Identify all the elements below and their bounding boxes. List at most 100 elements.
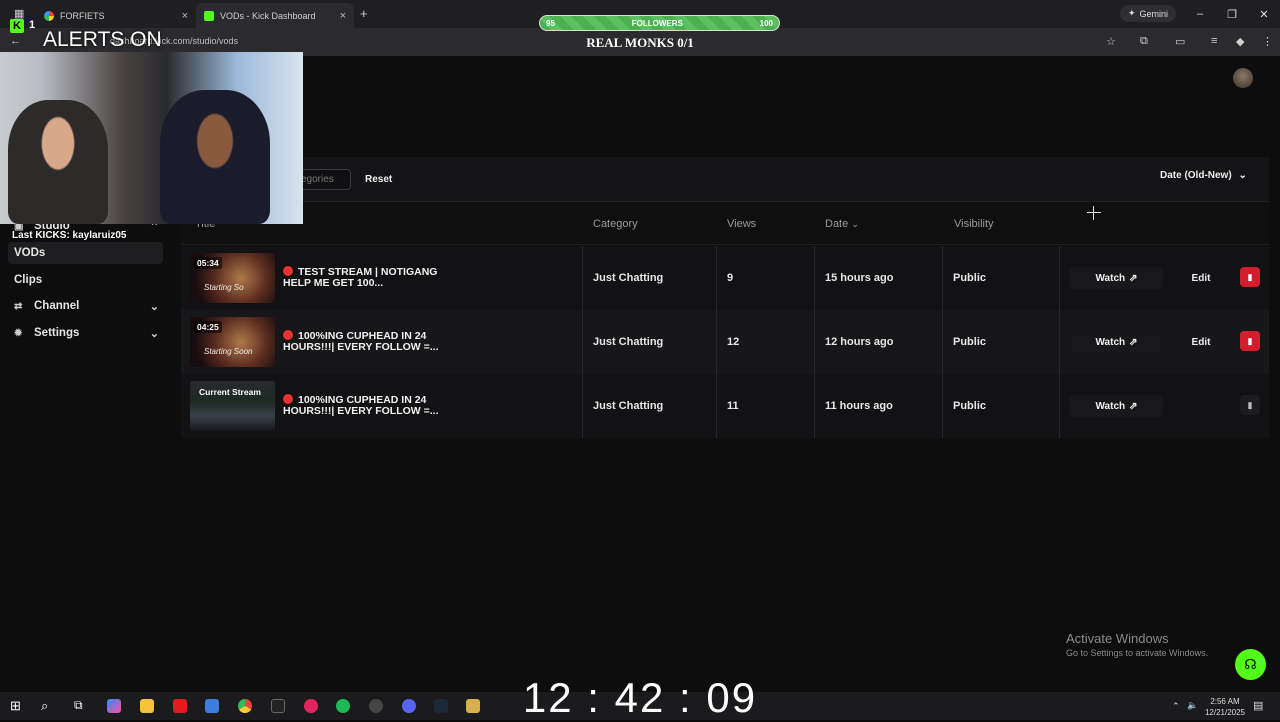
user-avatar[interactable] [1233,68,1253,88]
close-window-button[interactable]: ✕ [1248,8,1280,21]
views-cell: 11 [727,400,739,412]
vod-title-line2: HOURS!!!| EVERY FOLLOW =... [283,341,439,353]
webcam-overlay [0,52,303,224]
views-cell: 12 [727,336,740,348]
tab-label: FORFIETS [60,10,105,21]
delete-button[interactable]: ▮ [1240,331,1260,351]
header-views[interactable]: Views [727,218,756,230]
current-stream-badge: Current Stream [199,387,261,397]
column-divider [814,374,815,438]
new-tab-button[interactable]: + [360,6,368,21]
column-divider [582,310,583,374]
delete-button[interactable]: ▮ [1240,267,1260,287]
channel-icon: ⇄ [14,300,23,312]
column-divider [716,374,717,438]
minimize-button[interactable]: – [1184,8,1216,20]
watch-label: Watch [1095,336,1126,348]
category-cell: Just Chatting [593,336,664,348]
sidebar-item-label: VODs [14,247,46,259]
vod-thumbnail[interactable]: Current Stream [190,381,275,431]
close-tab-icon[interactable]: × [182,10,188,22]
sidebar-item-vods[interactable]: VODs [8,242,163,264]
thumbnail-caption: Starting So [204,283,244,292]
close-tab-icon[interactable]: × [340,10,346,22]
notification-icon[interactable]: ▤ [1253,699,1263,712]
header-date-label: Date [825,218,849,230]
watch-button[interactable]: Watch ⇗ [1070,395,1163,417]
stream-clock: 12 : 42 : 09 [522,674,758,721]
sidebar-item-channel[interactable]: ⇄ Channel ⌄ [8,295,163,317]
vod-thumbnail[interactable]: 04:25 Starting Soon [190,317,275,367]
tab-forfiets[interactable]: FORFIETS × [36,3,196,28]
tab-label: VODs - Kick Dashboard [220,10,316,21]
vod-title[interactable]: 100%ING CUPHEAD IN 24 HOURS!!!| EVERY FO… [283,330,453,353]
sidebar-item-clips[interactable]: Clips [8,269,163,291]
header-visibility: Visibility [954,218,994,230]
vod-title[interactable]: 100%ING CUPHEAD IN 24 HOURS!!!| EVERY FO… [283,394,453,417]
kick-logo-icon: K [10,19,24,33]
headset-icon: ☊ [1244,656,1257,672]
watch-button[interactable]: Watch ⇗ [1070,331,1163,353]
vod-thumbnail[interactable]: 05:34 Starting So [190,253,275,303]
column-divider [716,310,717,374]
watch-button[interactable]: Watch ⇗ [1070,267,1163,289]
streamer-left [8,100,108,224]
views-cell: 9 [727,272,734,284]
visibility-cell: Public [953,400,987,412]
date-cell: 15 hours ago [825,272,894,284]
trash-icon: ▮ [1247,335,1253,346]
edit-button[interactable]: Edit [1167,331,1235,353]
tab-vods-dashboard[interactable]: VODs - Kick Dashboard × [196,3,354,28]
followers-current: 95 [546,18,555,28]
header-date[interactable]: Date ⌄ [825,218,859,230]
chrome-favicon-icon [44,10,54,21]
external-link-icon: ⇗ [1129,336,1138,348]
sidebar-item-label: Clips [14,274,43,286]
chevron-down-icon: ⌄ [149,300,159,313]
column-divider [1059,374,1060,438]
watch-label: Watch [1095,400,1126,412]
crosshair-cursor [1087,206,1101,220]
delete-button[interactable]: ▮ [1240,395,1260,415]
tray-clock[interactable]: 2:56 AM 12/21/2025 [1200,696,1250,718]
activate-windows-subtitle: Go to Settings to activate Windows. [1066,648,1209,658]
table-row: Current Stream 100%ING CUPHEAD IN 24 HOU… [181,374,1269,438]
edit-button[interactable]: Edit [1167,267,1235,289]
sidebar-item-settings[interactable]: ✹ Settings ⌄ [8,322,163,344]
thumbnail-caption: Starting Soon [204,347,253,356]
watch-label: Watch [1095,272,1126,284]
activate-windows-title: Activate Windows [1066,631,1169,646]
trash-icon: ▮ [1247,399,1253,410]
date-cell: 12 hours ago [825,336,894,348]
sparkle-icon: ✦ [1128,8,1136,18]
column-divider [1059,246,1060,310]
vod-title-line2: HELP ME GET 100... [283,277,384,289]
restore-button[interactable]: ❐ [1216,8,1248,21]
kick-count: 1 [29,19,36,31]
column-divider [716,246,717,310]
followers-label: FOLLOWERS [631,18,683,28]
chevron-down-icon: ⌄ [149,327,159,340]
followers-goal-bar: 95 FOLLOWERS 100 [539,15,780,31]
external-link-icon: ⇗ [1129,400,1138,412]
column-divider [942,374,943,438]
sort-dropdown[interactable]: Date (Old-New) ⌄ [1160,170,1247,181]
visibility-cell: Public [953,336,987,348]
column-divider [814,246,815,310]
last-kicks-label: Last KICKS: kaylaruiz05 [12,230,127,241]
streamer-right [160,90,270,224]
duration-badge: 05:34 [194,257,222,269]
gemini-label: Gemini [1139,8,1169,19]
followers-goal: 100 [759,18,773,28]
external-link-icon: ⇗ [1129,272,1138,284]
tray-chevron-up-icon[interactable]: ⌃ [1172,701,1180,712]
visibility-cell: Public [953,272,987,284]
date-cell: 11 hours ago [825,400,893,412]
reset-button[interactable]: Reset [358,169,399,190]
sidebar-item-label: Channel [34,300,80,312]
live-dot-icon [283,266,293,276]
volume-icon[interactable]: 🔈 [1187,700,1198,711]
live-dot-icon [283,330,293,340]
vod-title[interactable]: TEST STREAM | NOTIGANG HELP ME GET 100..… [283,266,453,289]
gemini-button[interactable]: ✦ Gemini [1120,5,1177,22]
